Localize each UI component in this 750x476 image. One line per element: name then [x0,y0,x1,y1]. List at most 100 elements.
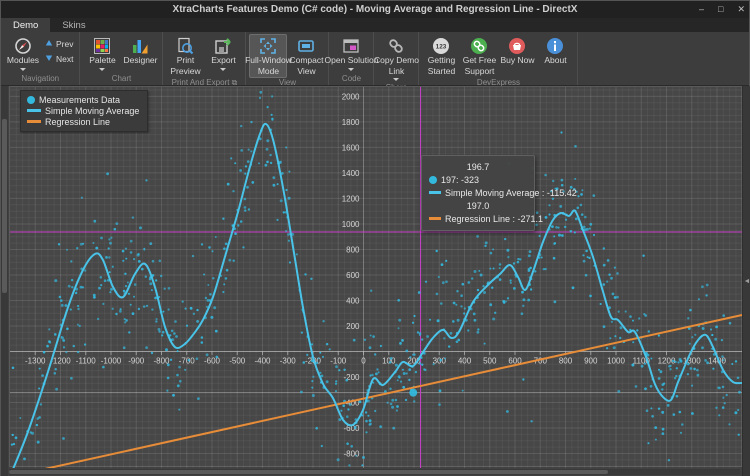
compact-view-button[interactable]: CompactView [287,34,325,78]
small-button-stack: Prev Next [42,34,76,65]
ribbon-group-code: Open SolutionCode [329,32,374,85]
buy-now-icon [508,37,526,55]
ribbon-group-devexpress: 123GettingStartedGet FreeSupportBuy Now A… [419,32,578,85]
ribbon-button-label: Get Free [463,56,497,66]
y-axis-label: 1200 [342,194,360,203]
dropdown-arrow-icon [393,78,399,81]
ribbon-group-view: Full-WindowModeCompactViewView [246,32,329,85]
designer-button[interactable]: Designer [121,34,159,68]
y-axis-label: 1400 [342,169,360,178]
prev-button[interactable]: Prev [42,38,76,50]
tab-demo[interactable]: Demo [1,18,50,32]
palette-button[interactable]: Palette [83,34,121,73]
y-axis-label: 600 [346,271,360,280]
ribbon-button-label: Modules [7,56,39,66]
window-controls: – □ ✕ [699,1,745,18]
legend-item: Regression Line [27,116,139,127]
x-axis-label: 0 [361,356,366,365]
y-axis-label: 1600 [342,143,360,152]
ribbon-button-label: Preview [170,67,200,77]
x-axis-label: 100 [382,356,396,365]
x-axis-label: -100 [330,356,347,365]
palette-icon [93,37,111,55]
tooltip-point-value: 197: -323 [441,175,479,185]
open-solution-button[interactable]: Open Solution [332,34,370,73]
next-button[interactable]: Next [42,53,76,65]
about-button[interactable]: About [536,34,574,68]
y-axis-label: 800 [346,245,360,254]
getting-started-button[interactable]: 123GettingStarted [422,34,460,78]
ribbon-group-buttons: Open Solution [332,32,370,74]
copy-link-button[interactable]: Copy DemoLink [377,34,415,83]
horizontal-scrollbar[interactable] [9,469,740,475]
ribbon-button-label: Palette [89,56,115,66]
dropdown-arrow-icon [348,68,354,71]
next-icon [45,54,53,64]
print-preview-button[interactable]: PrintPreview [166,34,204,78]
series-line-icon [27,109,41,112]
copy-link-icon [387,37,405,55]
x-axis-label: -400 [254,356,271,365]
getting-started-icon: 123 [432,37,450,55]
ribbon-group-buttons: PrintPreview Export [166,32,242,78]
tooltip-regression-value: Regression Line : -271.1 [445,214,543,224]
dropdown-arrow-icon [99,68,105,71]
chart-plot-area[interactable]: -1300-1200-1100-1000-900-800-700-600-500… [9,86,742,467]
y-axis-label: -800 [343,449,360,458]
about-icon [546,37,564,55]
export-button[interactable]: Export [204,34,242,73]
legend-item-label: Measurements Data [39,95,120,105]
compact-view-icon [297,37,315,55]
ribbon-button-label: Getting [428,56,455,66]
tab-skins[interactable]: Skins [50,18,97,32]
ribbon-group-label: Code [332,74,370,85]
ribbon-button-label: View [297,67,315,77]
ribbon-tab-row: Demo Skins [1,18,749,32]
legend-item: Measurements Data [27,94,139,105]
chart-canvas[interactable]: -1300-1200-1100-1000-900-800-700-600-500… [10,87,743,468]
titlebar: XtraCharts Features Demo (C# code) - Mov… [1,1,749,18]
ribbon-group-buttons: Full-WindowModeCompactView [249,32,325,78]
ribbon-group-label: Chart [83,74,159,85]
ribbon-group-buttons: 123GettingStartedGet FreeSupportBuy Now A… [422,32,574,78]
ribbon-button-label: Buy Now [500,56,534,66]
ribbon-button-label: Open Solution [325,56,379,66]
x-axis-label: 500 [483,356,497,365]
ribbon-button-label: About [544,56,566,66]
designer-icon [131,37,149,55]
open-solution-icon [342,37,360,55]
ribbon-button-label: Designer [123,56,157,66]
point-marker-icon [429,176,437,184]
modules-icon [14,37,32,55]
vertical-scrollbar[interactable] [1,86,8,476]
maximize-button[interactable]: □ [718,5,723,14]
y-axis-label: 400 [346,296,360,305]
ribbon-button-label: Full-Window [245,56,292,66]
x-axis-label: -900 [128,356,145,365]
support-button[interactable]: Get FreeSupport [460,34,498,78]
x-axis-label: 400 [458,356,472,365]
hovered-point[interactable] [409,389,417,397]
ribbon-button-label: Compact [289,56,323,66]
close-button[interactable]: ✕ [737,5,745,14]
dropdown-arrow-icon [20,68,26,71]
collapse-panel-icon[interactable]: ◄ [744,278,750,285]
x-axis-label: -600 [204,356,221,365]
sma-line-icon [429,191,441,194]
buy-now-button[interactable]: Buy Now [498,34,536,68]
ribbon-button-label: Mode [258,67,279,77]
x-axis-label: -1300 [25,356,46,365]
x-axis-label: -700 [179,356,196,365]
panel-splitter[interactable]: ◄ [742,86,750,476]
modules-button[interactable]: Modules [4,34,42,73]
print-preview-icon [176,37,194,55]
chart-region: -1300-1200-1100-1000-900-800-700-600-500… [1,86,750,476]
minimize-button[interactable]: – [699,5,704,14]
horizontal-scrollbar-thumb[interactable] [9,470,608,474]
crosshair-tooltip: 196.7 197: -323 Simple Moving Average : … [421,155,535,231]
full-window-button[interactable]: Full-WindowMode [249,34,287,78]
ribbon-button-label: Export [211,56,236,66]
y-axis-label: 2000 [342,92,360,101]
regression-line-icon [429,217,441,220]
vertical-scrollbar-thumb[interactable] [2,119,7,293]
